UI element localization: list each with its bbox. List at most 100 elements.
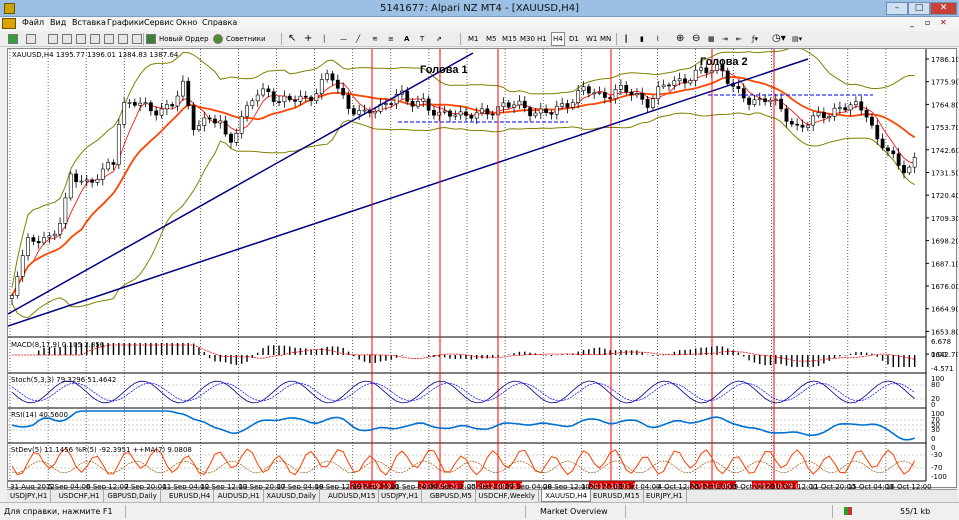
candle-body — [667, 84, 671, 87]
new-order-icon[interactable] — [146, 34, 156, 44]
maximize-button[interactable]: □ — [908, 2, 930, 15]
indicators-icon[interactable]: ƒ▾ — [752, 32, 758, 46]
menu-file[interactable]: Файл — [22, 18, 44, 27]
vertical-dotted-grid — [9, 49, 887, 481]
candle-body — [784, 108, 789, 122]
chart-tab[interactable]: USDCHF,H1 — [56, 490, 104, 502]
chart-tab[interactable]: USDCHF,Weekly — [475, 490, 540, 502]
candle-body — [335, 79, 340, 89]
price-label: 1653.80 — [931, 328, 958, 336]
chart-shift-icon[interactable]: ⇤ — [736, 32, 742, 46]
stdev-line — [11, 460, 915, 474]
candle-body — [351, 108, 356, 115]
tf-h4[interactable]: H4 — [551, 32, 565, 46]
chart-tab[interactable]: GBPUSD,Daily — [104, 490, 161, 502]
channel-icon[interactable]: ≋ — [372, 32, 378, 46]
price-label: 1731.50 — [931, 170, 958, 178]
options-icon[interactable] — [132, 34, 142, 44]
candle-body — [250, 100, 255, 107]
candle-body — [522, 100, 527, 109]
chart-tab[interactable]: GBPUSD,M5 — [427, 490, 476, 502]
child-close-button[interactable]: ✕ — [940, 18, 947, 27]
new-order-button[interactable]: Новый Ордер — [159, 32, 209, 46]
indicator-axis-label: 0.00 — [931, 351, 947, 359]
candle-body — [31, 237, 36, 242]
candle-body — [175, 95, 180, 107]
chart-tab[interactable]: AUDUSD,M15 — [325, 490, 380, 502]
text-icon[interactable]: A — [404, 32, 409, 46]
candle-body — [870, 116, 874, 126]
chart-canvas[interactable]: 2012.09.19 08:00 2012.09.21 16:002012.09.… — [8, 49, 958, 489]
periods-icon[interactable]: ◷▾ — [772, 32, 786, 46]
chart-tabs: USDJPY,H1 USDCHF,H1 GBPUSD,Daily EURUSD,H4 A… — [7, 489, 957, 502]
templates-icon[interactable]: ▤▾ — [792, 32, 802, 46]
tile-icon[interactable]: ▦ — [708, 32, 715, 46]
candle-body — [789, 121, 794, 125]
navigator-icon[interactable] — [76, 34, 86, 44]
tf-m15[interactable]: M15 — [502, 32, 517, 46]
vertical-line-icon[interactable]: │ — [322, 32, 326, 46]
chart-tab[interactable]: XAUUSD,Daily — [263, 490, 320, 502]
crosshair-icon[interactable]: + — [304, 32, 312, 46]
chart-window[interactable]: 2012.09.19 08:00 2012.09.21 16:00 2012.09.… — [7, 48, 958, 489]
cursor-icon[interactable]: ↖ — [288, 32, 296, 46]
fibonacci-icon[interactable]: ≡ — [388, 32, 394, 46]
tf-mn[interactable]: MN — [600, 32, 611, 46]
tf-h1[interactable]: H1 — [537, 32, 547, 46]
trendline-icon[interactable]: ╱ — [356, 32, 360, 46]
child-restore-button[interactable]: ▫ — [925, 18, 930, 27]
autoscroll-icon[interactable]: ⇥ — [722, 32, 728, 46]
market-watch-icon[interactable] — [48, 34, 58, 44]
candle-body — [747, 97, 751, 105]
chart-tab[interactable]: EURUSD,H4 — [166, 490, 215, 502]
candle-body — [854, 101, 858, 106]
chart-tab[interactable]: USDJPY,H1 — [378, 490, 423, 502]
close-button[interactable]: ✕ — [930, 2, 957, 15]
candle-body — [656, 86, 661, 100]
profiles-icon[interactable] — [26, 34, 36, 44]
expert-advisors-icon[interactable] — [213, 34, 223, 44]
expert-advisors-button[interactable]: Советники — [226, 32, 266, 46]
candle-body — [271, 91, 276, 102]
data-window-icon[interactable] — [62, 34, 72, 44]
tf-m5[interactable]: M5 — [486, 32, 497, 46]
horizontal-line-icon[interactable]: — — [340, 32, 347, 46]
candle-body — [779, 98, 784, 110]
menu-help[interactable]: Справка — [202, 18, 237, 27]
bar-chart-icon[interactable]: ┃ — [624, 32, 628, 46]
menu-window[interactable]: Окно — [176, 18, 197, 27]
minimize-button[interactable]: – — [886, 2, 908, 15]
tf-w1[interactable]: W1 — [586, 32, 597, 46]
tf-m1[interactable]: M1 — [468, 32, 479, 46]
price-label: 1720.40 — [931, 192, 958, 200]
tf-m30[interactable]: M30 — [520, 32, 535, 46]
menu-view[interactable]: Вид — [50, 18, 66, 27]
chart-tab[interactable]: EURJPY,H1 — [643, 490, 687, 502]
tester-icon[interactable] — [104, 34, 114, 44]
zoom-in-icon[interactable]: ⊕ — [676, 32, 684, 46]
chart-tab[interactable]: AUDUSD,H1 — [215, 490, 264, 502]
child-minimize-button[interactable]: _ — [910, 18, 914, 27]
menu-charts[interactable]: Графики — [107, 18, 144, 27]
history-icon[interactable] — [118, 34, 128, 44]
candle-body — [223, 120, 228, 135]
terminal-icon[interactable] — [90, 34, 100, 44]
candlestick-icon[interactable]: ▮ — [640, 32, 644, 46]
arrow-icon[interactable]: ⇗ — [436, 32, 442, 46]
menu-insert[interactable]: Вставка — [72, 18, 106, 27]
chart-tab[interactable]: EURUSD,M15 — [590, 490, 644, 502]
candle-body — [298, 95, 303, 102]
zoom-out-icon[interactable]: ⊖ — [692, 32, 700, 46]
price-label: 1764.80 — [931, 101, 958, 109]
candle-body — [891, 150, 896, 155]
chart-tab[interactable]: XAUUSD,H4 — [541, 490, 591, 502]
chart-window-icon[interactable] — [2, 18, 16, 29]
candle-body — [453, 114, 458, 117]
chart-tab[interactable]: USDJPY,H1 — [7, 490, 52, 502]
line-chart-icon[interactable]: ⌇ — [656, 32, 659, 46]
candle-body — [480, 108, 484, 114]
label-icon[interactable]: T — [420, 32, 424, 46]
new-chart-icon[interactable] — [8, 34, 18, 44]
tf-d1[interactable]: D1 — [569, 32, 579, 46]
menu-tools[interactable]: Сервис — [144, 18, 174, 27]
